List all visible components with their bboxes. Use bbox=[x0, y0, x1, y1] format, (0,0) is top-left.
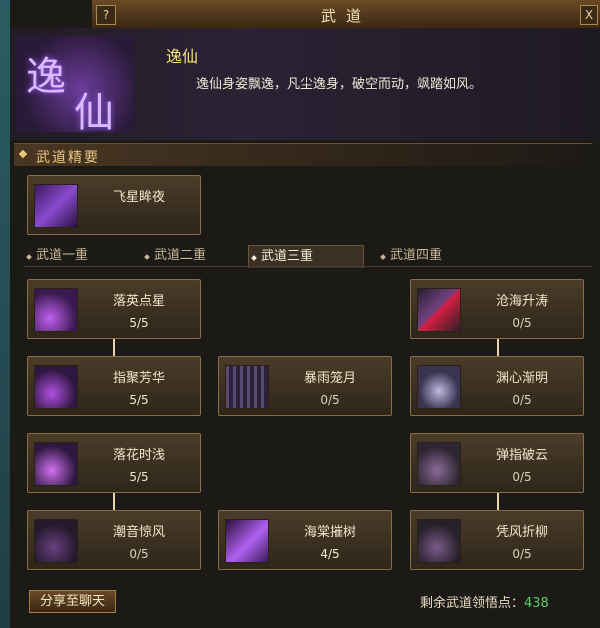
skill-level: 5/5 bbox=[129, 470, 149, 484]
style-name: 逸仙 bbox=[166, 47, 199, 66]
skill-icon bbox=[34, 442, 78, 486]
skill-card[interactable]: 沧海升涛 0/5 bbox=[410, 279, 584, 339]
tab-tier-4[interactable]: 武道四重 bbox=[378, 245, 490, 267]
skill-level: 0/5 bbox=[129, 547, 149, 561]
skill-level: 5/5 bbox=[129, 393, 149, 407]
skill-card[interactable]: 海棠摧树 4/5 bbox=[218, 510, 392, 570]
essential-skill-name: 飞星眸夜 bbox=[112, 190, 165, 205]
essentials-title: 武道精要 bbox=[36, 150, 100, 166]
skill-level: 4/5 bbox=[320, 547, 340, 561]
skill-level: 0/5 bbox=[512, 316, 532, 330]
skill-icon bbox=[417, 365, 461, 409]
close-button[interactable]: X bbox=[580, 5, 598, 25]
points-value: 438 bbox=[524, 596, 549, 611]
skill-icon bbox=[417, 442, 461, 486]
skill-card[interactable]: 凭风折柳 0/5 bbox=[410, 510, 584, 570]
skill-name: 潮音惊风 bbox=[112, 525, 165, 540]
skill-name: 凭风折柳 bbox=[495, 525, 548, 540]
skill-connector bbox=[497, 492, 499, 510]
skill-icon bbox=[225, 519, 269, 563]
skill-name: 指聚芳华 bbox=[112, 371, 165, 386]
emblem-char-1: 逸 bbox=[26, 54, 66, 100]
skill-card[interactable]: 暴雨笼月 0/5 bbox=[218, 356, 392, 416]
essential-skill-card[interactable]: 飞星眸夜 bbox=[27, 175, 201, 235]
tab-label: 武道二重 bbox=[154, 248, 207, 263]
tab-diamond-icon bbox=[144, 254, 150, 260]
style-description: 逸仙身姿飘逸，凡尘逸身，破空而动，飒踏如风。 bbox=[196, 77, 483, 92]
skill-card[interactable]: 弹指破云 0/5 bbox=[410, 433, 584, 493]
skill-name: 弹指破云 bbox=[495, 448, 548, 463]
style-emblem-icon: 逸 仙 bbox=[16, 36, 134, 136]
points-label: 剩余武道领悟点： bbox=[420, 596, 525, 611]
skill-name: 暴雨笼月 bbox=[303, 371, 356, 386]
tab-label: 武道一重 bbox=[36, 248, 89, 263]
skill-level: 0/5 bbox=[512, 393, 532, 407]
skill-name: 渊心渐明 bbox=[495, 371, 548, 386]
essentials-section-header: 武道精要 bbox=[14, 143, 592, 166]
help-button[interactable]: ? bbox=[96, 5, 116, 25]
skill-icon bbox=[417, 519, 461, 563]
tab-tier-1[interactable]: 武道一重 bbox=[24, 245, 136, 267]
skill-card[interactable]: 潮音惊风 0/5 bbox=[27, 510, 201, 570]
skill-level: 0/5 bbox=[512, 547, 532, 561]
skill-icon bbox=[34, 519, 78, 563]
purple-skill-icon bbox=[34, 184, 78, 228]
emblem-char-2: 仙 bbox=[74, 90, 114, 136]
skill-card[interactable]: 落英点星 5/5 bbox=[27, 279, 201, 339]
skill-connector bbox=[113, 338, 115, 356]
skill-icon bbox=[34, 365, 78, 409]
diamond-icon bbox=[18, 149, 28, 159]
share-to-chat-button[interactable]: 分享至聊天 bbox=[29, 590, 116, 613]
skill-card[interactable]: 落花时浅 5/5 bbox=[27, 433, 201, 493]
title-bar[interactable]: 武道 bbox=[92, 0, 600, 29]
skill-card[interactable]: 渊心渐明 0/5 bbox=[410, 356, 584, 416]
skill-level: 0/5 bbox=[512, 470, 532, 484]
tab-diamond-icon bbox=[380, 254, 386, 260]
tab-tier-3[interactable]: 武道三重 bbox=[248, 245, 364, 268]
skill-name: 沧海升涛 bbox=[495, 294, 548, 309]
tab-diamond-icon bbox=[26, 254, 32, 260]
tab-divider bbox=[24, 266, 592, 267]
skill-connector bbox=[497, 338, 499, 356]
tab-label: 武道四重 bbox=[390, 248, 443, 263]
window-edge-decoration bbox=[0, 0, 10, 628]
skill-name: 落花时浅 bbox=[112, 448, 165, 463]
skill-name: 落英点星 bbox=[112, 294, 165, 309]
skill-level: 0/5 bbox=[320, 393, 340, 407]
skill-icon bbox=[417, 288, 461, 332]
tab-label: 武道三重 bbox=[261, 249, 314, 264]
skill-level: 5/5 bbox=[129, 316, 149, 330]
window-title: 武道 bbox=[320, 7, 371, 25]
skill-icon bbox=[225, 365, 269, 409]
remaining-points: 剩余武道领悟点：438 bbox=[420, 592, 549, 611]
tab-tier-2[interactable]: 武道二重 bbox=[142, 245, 254, 267]
skill-name: 海棠摧树 bbox=[303, 525, 356, 540]
tier-tabs: 武道一重 武道二重 武道三重 武道四重 bbox=[24, 245, 592, 268]
skill-icon bbox=[34, 288, 78, 332]
tab-diamond-icon bbox=[251, 255, 257, 261]
skill-connector bbox=[113, 492, 115, 510]
skill-card[interactable]: 指聚芳华 5/5 bbox=[27, 356, 201, 416]
